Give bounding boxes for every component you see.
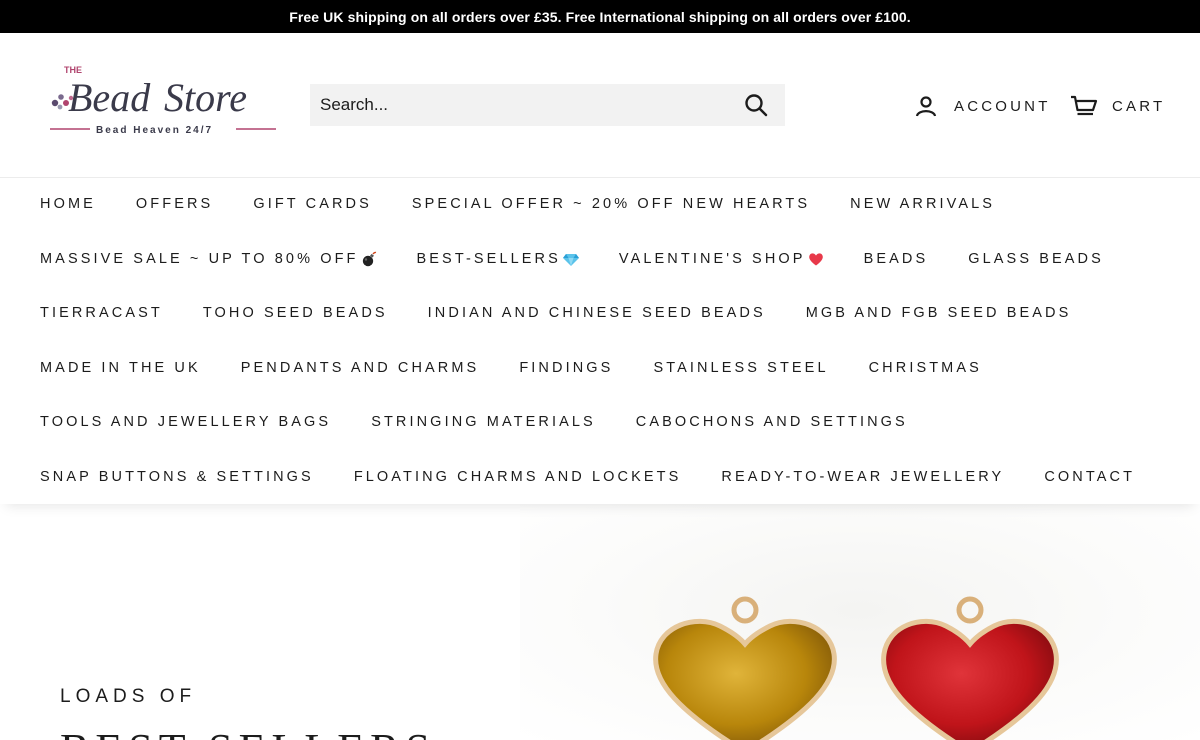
nav-row: TOOLS AND JEWELLERY BAGS STRINGING MATER…	[40, 413, 948, 431]
nav-item-tierracast[interactable]: TIERRACAST	[40, 304, 163, 322]
svg-text:Store: Store	[164, 75, 247, 120]
hero-kicker: LOADS OF	[60, 686, 197, 707]
nav-item-beads[interactable]: BEADS	[864, 250, 929, 268]
heart-charms-image	[640, 592, 1080, 740]
nav-item-stringing-materials[interactable]: STRINGING MATERIALS	[371, 413, 596, 431]
nav-item-gift-cards[interactable]: GIFT CARDS	[253, 195, 372, 213]
nav-item-offers[interactable]: OFFERS	[136, 195, 213, 213]
nav-item-christmas[interactable]: CHRISTMAS	[869, 359, 982, 377]
site-header: THE Bead Store Bead Heaven 24/7 ACCOUNT	[0, 33, 1200, 178]
user-icon	[915, 96, 937, 117]
nav-item-special-offer[interactable]: SPECIAL OFFER ~ 20% OFF NEW HEARTS	[412, 195, 810, 213]
account-label: ACCOUNT	[954, 97, 1051, 115]
nav-item-findings[interactable]: FINDINGS	[519, 359, 613, 377]
nav-row: SNAP BUTTONS & SETTINGS FLOATING CHARMS …	[40, 468, 1175, 486]
nav-item-pendants-charms[interactable]: PENDANTS AND CHARMS	[241, 359, 480, 377]
announcement-bar: Free UK shipping on all orders over £35.…	[0, 0, 1200, 33]
nav-item-cabochons-settings[interactable]: CABOCHONS AND SETTINGS	[636, 413, 908, 431]
search-bar	[310, 84, 785, 126]
nav-item-best-sellers[interactable]: BEST-SELLERS	[417, 250, 579, 268]
search-button[interactable]	[727, 84, 785, 126]
heart-icon	[808, 253, 823, 266]
nav-item-snap-buttons[interactable]: SNAP BUTTONS & SETTINGS	[40, 468, 314, 486]
search-input[interactable]	[320, 85, 727, 125]
nav-row: MADE IN THE UK PENDANTS AND CHARMS FINDI…	[40, 359, 1022, 377]
account-link[interactable]: ACCOUNT	[914, 91, 1051, 121]
nav-item-massive-sale[interactable]: MASSIVE SALE ~ UP TO 80% OFF	[40, 250, 377, 268]
nav-item-floating-charms[interactable]: FLOATING CHARMS AND LOCKETS	[354, 468, 682, 486]
gem-icon	[562, 254, 579, 266]
nav-row: MASSIVE SALE ~ UP TO 80% OFF BEST-SELLER…	[40, 250, 1144, 268]
nav-row: TIERRACAST TOHO SEED BEADS INDIAN AND CH…	[40, 304, 1111, 322]
nav-item-ready-to-wear[interactable]: READY-TO-WEAR JEWELLERY	[721, 468, 1004, 486]
bomb-icon	[362, 251, 376, 267]
nav-item-new-arrivals[interactable]: NEW ARRIVALS	[850, 195, 995, 213]
nav-item-tools-jewellery-bags[interactable]: TOOLS AND JEWELLERY BAGS	[40, 413, 331, 431]
store-logo[interactable]: THE Bead Store Bead Heaven 24/7	[46, 63, 282, 139]
svg-text:Bead: Bead	[68, 75, 151, 120]
nav-item-toho-seed-beads[interactable]: TOHO SEED BEADS	[203, 304, 388, 322]
nav-item-label: VALENTINE'S SHOP	[618, 251, 806, 267]
hero-banner[interactable]: LOADS OF BEST-SELLERS	[0, 504, 1200, 740]
nav-item-indian-chinese-seed-beads[interactable]: INDIAN AND CHINESE SEED BEADS	[428, 304, 766, 322]
svg-text:THE: THE	[64, 65, 82, 75]
cart-label: CART	[1112, 97, 1166, 115]
hero-title: BEST-SELLERS	[60, 726, 436, 740]
nav-item-label: BEST-SELLERS	[416, 251, 561, 267]
nav-item-home[interactable]: HOME	[40, 195, 96, 213]
nav-item-contact[interactable]: CONTACT	[1044, 468, 1135, 486]
nav-item-glass-beads[interactable]: GLASS BEADS	[968, 250, 1104, 268]
cart-link[interactable]: CART	[1070, 91, 1165, 121]
bead-store-logo-image: THE Bead Store Bead Heaven 24/7	[50, 65, 276, 136]
nav-item-valentines-shop[interactable]: VALENTINE'S SHOP	[619, 250, 824, 268]
nav-row: HOME OFFERS GIFT CARDS SPECIAL OFFER ~ 2…	[40, 195, 1035, 213]
nav-item-stainless-steel[interactable]: STAINLESS STEEL	[653, 359, 828, 377]
cart-icon	[1071, 95, 1098, 116]
nav-item-made-in-uk[interactable]: MADE IN THE UK	[40, 359, 201, 377]
nav-item-mgb-fgb-seed-beads[interactable]: MGB AND FGB SEED BEADS	[806, 304, 1072, 322]
main-navigation: HOME OFFERS GIFT CARDS SPECIAL OFFER ~ 2…	[0, 178, 1200, 504]
svg-text:Bead Heaven 24/7: Bead Heaven 24/7	[96, 125, 213, 136]
nav-item-label: MASSIVE SALE ~ UP TO 80% OFF	[40, 251, 359, 267]
search-icon	[745, 94, 768, 117]
